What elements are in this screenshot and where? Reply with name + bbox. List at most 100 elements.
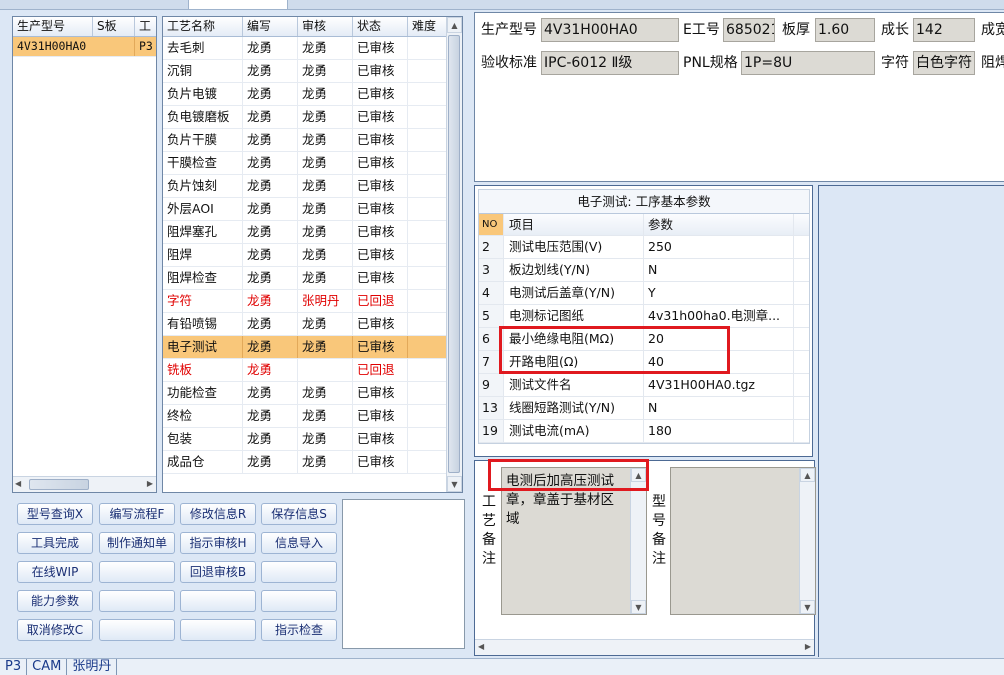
- action-button[interactable]: 回退审核B: [180, 561, 256, 583]
- model-field[interactable]: 4V31H00HA0: [541, 18, 679, 42]
- col-header-status[interactable]: 状态: [353, 17, 408, 36]
- scroll-left-icon[interactable]: ◀: [15, 479, 21, 488]
- standard-field[interactable]: IPC-6012 Ⅱ级: [541, 51, 679, 75]
- scroll-up-icon[interactable]: ▲: [800, 468, 815, 482]
- param-cell-value: 40: [644, 351, 794, 373]
- param-cell-item: 测试电压范围(V): [504, 236, 644, 258]
- process-row[interactable]: 电子测试 龙勇 龙勇 已审核: [163, 336, 462, 359]
- process-row[interactable]: 阻焊塞孔 龙勇 龙勇 已审核: [163, 221, 462, 244]
- scroll-up-icon[interactable]: ▲: [447, 17, 462, 33]
- param-row[interactable]: 9 测试文件名 4V31H00HA0.tgz: [479, 374, 809, 397]
- process-vscrollbar[interactable]: ▲ ▼: [446, 17, 462, 492]
- char-field[interactable]: 白色字符: [913, 51, 975, 75]
- process-cell-name: 负片干膜: [163, 129, 243, 151]
- col-header-no[interactable]: NO: [479, 214, 504, 235]
- process-row[interactable]: 阻焊检查 龙勇 龙勇 已审核: [163, 267, 462, 290]
- param-row[interactable]: 19 测试电流(mA) 180: [479, 420, 809, 443]
- process-note-scrollbar[interactable]: ▲ ▼: [630, 468, 646, 614]
- length-field[interactable]: 142: [913, 18, 975, 42]
- scroll-down-icon[interactable]: ▼: [800, 600, 815, 614]
- process-cell-reviewer: 龙勇: [298, 83, 353, 105]
- process-row[interactable]: 外层AOI 龙勇 龙勇 已审核: [163, 198, 462, 221]
- param-row[interactable]: 7 开路电阻(Ω) 40: [479, 351, 809, 374]
- scroll-up-icon[interactable]: ▲: [631, 468, 646, 482]
- e-number-field[interactable]: 685021: [723, 18, 775, 42]
- order-hscroll-thumb[interactable]: [29, 479, 89, 490]
- process-cell-difficulty: [408, 198, 446, 220]
- process-cell-name: 干膜检查: [163, 152, 243, 174]
- order-row[interactable]: 4V31H00HA0 P3: [13, 37, 156, 57]
- action-button-blank[interactable]: [180, 590, 256, 612]
- action-button-blank[interactable]: [99, 561, 175, 583]
- col-header-writer[interactable]: 编写: [243, 17, 298, 36]
- action-button[interactable]: 编写流程F: [99, 503, 175, 525]
- process-row[interactable]: 阻焊 龙勇 龙勇 已审核: [163, 244, 462, 267]
- process-cell-writer: 龙勇: [243, 359, 298, 381]
- col-header-model[interactable]: 生产型号: [13, 17, 93, 36]
- process-cell-writer: 龙勇: [243, 37, 298, 59]
- active-tab-stub[interactable]: [188, 0, 288, 10]
- action-button-blank[interactable]: [261, 590, 337, 612]
- col-header-process-name[interactable]: 工艺名称: [163, 17, 243, 36]
- process-row[interactable]: 功能检查 龙勇 龙勇 已审核: [163, 382, 462, 405]
- process-row[interactable]: 负电镀磨板 龙勇 龙勇 已审核: [163, 106, 462, 129]
- process-cell-name: 终检: [163, 405, 243, 427]
- col-header-param[interactable]: 参数: [644, 214, 794, 235]
- action-button-blank[interactable]: [180, 619, 256, 641]
- process-row[interactable]: 干膜检查 龙勇 龙勇 已审核: [163, 152, 462, 175]
- param-row[interactable]: 2 测试电压范围(V) 250: [479, 236, 809, 259]
- action-button-blank[interactable]: [261, 561, 337, 583]
- model-note-scrollbar[interactable]: ▲ ▼: [799, 468, 815, 614]
- action-button[interactable]: 修改信息R: [180, 503, 256, 525]
- notes-hscrollbar[interactable]: ◀ ▶: [475, 639, 814, 655]
- model-note-textarea[interactable]: ▲ ▼: [670, 467, 816, 615]
- scroll-right-icon[interactable]: ▶: [805, 642, 811, 651]
- action-button-blank[interactable]: [99, 590, 175, 612]
- scroll-left-icon[interactable]: ◀: [478, 642, 484, 651]
- scroll-down-icon[interactable]: ▼: [631, 600, 646, 614]
- process-note-text: 电测后加高压测试章，章盖于基材区域: [506, 473, 614, 527]
- process-row[interactable]: 沉铜 龙勇 龙勇 已审核: [163, 60, 462, 83]
- param-row[interactable]: 13 线圈短路测试(Y/N) N: [479, 397, 809, 420]
- param-row[interactable]: 3 板边划线(Y/N) N: [479, 259, 809, 282]
- pnl-field[interactable]: 1P=8U: [741, 51, 875, 75]
- action-button[interactable]: 保存信息S: [261, 503, 337, 525]
- action-button[interactable]: 取消修改C: [17, 619, 93, 641]
- process-row[interactable]: 负片蚀刻 龙勇 龙勇 已审核: [163, 175, 462, 198]
- action-button[interactable]: 在线WIP: [17, 561, 93, 583]
- action-button[interactable]: 型号查询X: [17, 503, 93, 525]
- param-row[interactable]: 5 电测标记图纸 4v31h00ha0.电测章...: [479, 305, 809, 328]
- action-button[interactable]: 信息导入: [261, 532, 337, 554]
- process-vscroll-thumb[interactable]: [448, 35, 460, 473]
- process-row[interactable]: 去毛刺 龙勇 龙勇 已审核: [163, 37, 462, 60]
- col-header-reviewer[interactable]: 审核: [298, 17, 353, 36]
- process-cell-difficulty: [408, 175, 446, 197]
- order-hscrollbar[interactable]: ◀ ▶: [13, 476, 156, 492]
- col-header-item[interactable]: 项目: [504, 214, 644, 235]
- scroll-down-icon[interactable]: ▼: [447, 476, 462, 492]
- process-row[interactable]: 负片干膜 龙勇 龙勇 已审核: [163, 129, 462, 152]
- process-note-textarea[interactable]: 电测后加高压测试章，章盖于基材区域 ▲ ▼: [501, 467, 647, 615]
- process-row[interactable]: 成品仓 龙勇 龙勇 已审核: [163, 451, 462, 474]
- col-header-work[interactable]: 工: [135, 17, 156, 36]
- action-button[interactable]: 能力参数: [17, 590, 93, 612]
- action-button[interactable]: 制作通知单: [99, 532, 175, 554]
- scroll-right-icon[interactable]: ▶: [147, 479, 153, 488]
- col-header-s[interactable]: S板: [93, 17, 135, 36]
- process-row[interactable]: 有铅喷锡 龙勇 龙勇 已审核: [163, 313, 462, 336]
- thickness-field[interactable]: 1.60: [815, 18, 875, 42]
- process-row[interactable]: 铣板 龙勇 已回退: [163, 359, 462, 382]
- action-button-blank[interactable]: [99, 619, 175, 641]
- action-button[interactable]: 工具完成: [17, 532, 93, 554]
- process-row[interactable]: 包装 龙勇 龙勇 已审核: [163, 428, 462, 451]
- process-row[interactable]: 字符 龙勇 张明丹 已回退: [163, 290, 462, 313]
- action-button[interactable]: 指示审核H: [180, 532, 256, 554]
- param-row[interactable]: 6 最小绝缘电阻(MΩ) 20: [479, 328, 809, 351]
- process-row[interactable]: 负片电镀 龙勇 龙勇 已审核: [163, 83, 462, 106]
- action-button[interactable]: 指示检查: [261, 619, 337, 641]
- model-note-label: 型号备注: [652, 494, 666, 567]
- param-row[interactable]: 4 电测试后盖章(Y/N) Y: [479, 282, 809, 305]
- col-header-difficulty[interactable]: 难度: [408, 17, 446, 36]
- process-row[interactable]: 终检 龙勇 龙勇 已审核: [163, 405, 462, 428]
- process-cell-difficulty: [408, 405, 446, 427]
